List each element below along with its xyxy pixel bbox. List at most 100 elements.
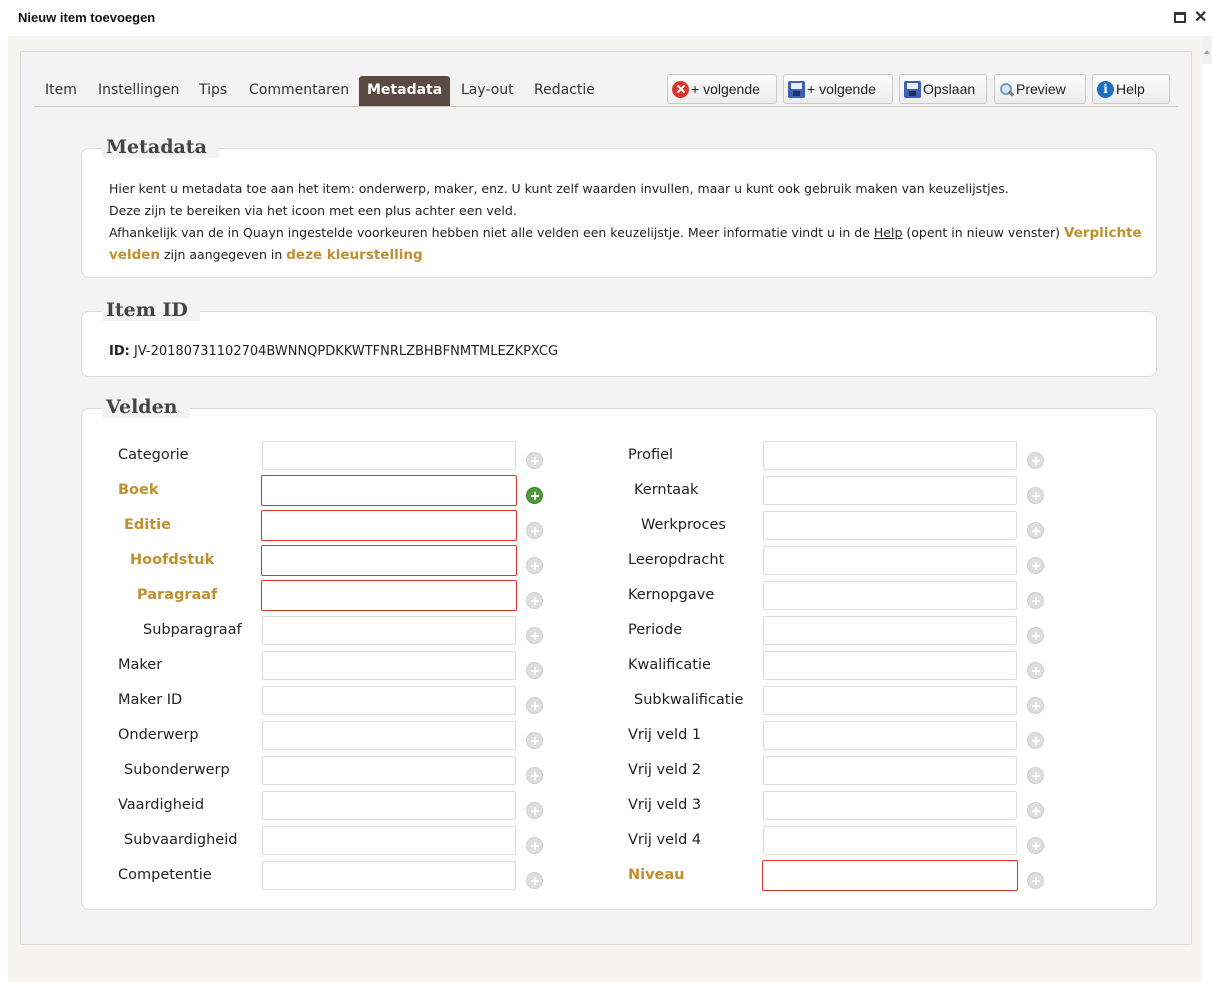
save-and-next-button[interactable]: + volgende: [783, 74, 893, 104]
scrollbar-thumb[interactable]: [1202, 64, 1212, 982]
add-plus-icon[interactable]: [526, 487, 543, 504]
preview-label: Preview: [1016, 81, 1066, 97]
field-input-vaardigheid[interactable]: [262, 791, 516, 820]
add-plus-icon[interactable]: [526, 522, 543, 539]
field-input-maker[interactable]: [262, 651, 516, 680]
item-id-legend: Item ID: [102, 299, 200, 321]
field-label-profiel: Profiel: [628, 447, 674, 463]
add-plus-icon[interactable]: [526, 592, 543, 609]
field-label-subvaardigheid: Subvaardigheid: [124, 832, 238, 848]
add-plus-icon[interactable]: [1027, 522, 1044, 539]
field-label-kwalificatie: Kwalificatie: [628, 657, 711, 673]
field-label-maker-id: Maker ID: [118, 692, 183, 708]
field-input-leeropdracht[interactable]: [763, 546, 1017, 575]
field-input-hoofdstuk[interactable]: [261, 545, 517, 576]
add-plus-icon[interactable]: [1027, 487, 1044, 504]
field-input-paragraaf[interactable]: [261, 580, 517, 611]
cancel-and-next-button[interactable]: + volgende: [667, 74, 777, 104]
add-plus-icon[interactable]: [1027, 452, 1044, 469]
field-label-werkproces: Werkproces: [641, 517, 726, 533]
intro-text-a: Afhankelijk van de in Quayn ingestelde v…: [109, 225, 874, 240]
field-input-vrij-veld-2[interactable]: [763, 756, 1017, 785]
vertical-scrollbar[interactable]: [1202, 36, 1212, 982]
field-input-competentie[interactable]: [262, 861, 516, 890]
field-label-vrij-veld-1: Vrij veld 1: [628, 727, 702, 743]
add-plus-icon[interactable]: [526, 627, 543, 644]
add-plus-icon[interactable]: [526, 802, 543, 819]
item-id-line: ID: JV-20180731102704BWNNQPDKKWTFNRLZBHB…: [109, 344, 558, 359]
save-icon: [788, 80, 805, 98]
field-input-niveau[interactable]: [762, 860, 1018, 891]
add-plus-icon[interactable]: [1027, 732, 1044, 749]
scroll-up-arrow-icon[interactable]: [1204, 50, 1210, 54]
tab-redactie[interactable]: Redactie: [526, 76, 603, 106]
tab-tips[interactable]: Tips: [191, 76, 235, 106]
fields-legend: Velden: [102, 396, 190, 418]
field-input-kwalificatie[interactable]: [763, 651, 1017, 680]
field-input-onderwerp[interactable]: [262, 721, 516, 750]
field-input-kerntaak[interactable]: [763, 476, 1017, 505]
metadata-legend: Metadata: [102, 136, 219, 158]
field-input-boek[interactable]: [261, 475, 517, 506]
field-input-vrij-veld-4[interactable]: [763, 826, 1017, 855]
field-input-vrij-veld-1[interactable]: [763, 721, 1017, 750]
field-input-editie[interactable]: [261, 510, 517, 541]
add-plus-icon[interactable]: [1027, 662, 1044, 679]
field-input-werkproces[interactable]: [763, 511, 1017, 540]
tab-commentaren[interactable]: Commentaren: [241, 76, 357, 106]
field-label-vrij-veld-4: Vrij veld 4: [628, 832, 702, 848]
close-icon[interactable]: ✕: [1194, 7, 1207, 27]
help-label: Help: [1116, 81, 1145, 97]
preview-button[interactable]: Preview: [994, 74, 1086, 104]
save-button[interactable]: Opslaan: [899, 74, 987, 104]
metadata-intro: Hier kent u metadata toe aan het item: o…: [109, 178, 1149, 266]
field-label-categorie: Categorie: [118, 447, 189, 463]
tab-item[interactable]: Item: [37, 76, 85, 106]
field-label-editie: Editie: [124, 517, 171, 533]
item-id-label: ID:: [109, 344, 130, 359]
maximize-icon[interactable]: [1174, 12, 1186, 23]
field-label-kerntaak: Kerntaak: [634, 482, 699, 498]
add-plus-icon[interactable]: [526, 662, 543, 679]
add-plus-icon[interactable]: [526, 557, 543, 574]
field-label-leeropdracht: Leeropdracht: [628, 552, 725, 568]
field-input-periode[interactable]: [763, 616, 1017, 645]
field-input-subonderwerp[interactable]: [262, 756, 516, 785]
add-plus-icon[interactable]: [1027, 592, 1044, 609]
field-label-vrij-veld-2: Vrij veld 2: [628, 762, 702, 778]
field-input-categorie[interactable]: [262, 441, 516, 470]
field-input-kernopgave[interactable]: [763, 581, 1017, 610]
add-plus-icon[interactable]: [1027, 837, 1044, 854]
add-plus-icon[interactable]: [1027, 802, 1044, 819]
add-plus-icon[interactable]: [526, 452, 543, 469]
cancel-icon: [672, 80, 689, 98]
field-input-subparagraaf[interactable]: [262, 616, 516, 645]
add-plus-icon[interactable]: [1027, 557, 1044, 574]
field-label-vrij-veld-3: Vrij veld 3: [628, 797, 702, 813]
help-button[interactable]: i Help: [1092, 74, 1170, 104]
help-icon: i: [1097, 80, 1114, 98]
field-input-subkwalificatie[interactable]: [763, 686, 1017, 715]
tab-metadata[interactable]: Metadata: [359, 76, 451, 106]
field-input-subvaardigheid[interactable]: [262, 826, 516, 855]
add-plus-icon[interactable]: [526, 837, 543, 854]
field-input-maker-id[interactable]: [262, 686, 516, 715]
field-label-boek: Boek: [118, 482, 159, 498]
field-label-onderwerp: Onderwerp: [118, 727, 199, 743]
add-plus-icon[interactable]: [1027, 767, 1044, 784]
tab-instellingen[interactable]: Instellingen: [90, 76, 187, 106]
field-input-vrij-veld-3[interactable]: [763, 791, 1017, 820]
add-plus-icon[interactable]: [526, 767, 543, 784]
add-plus-icon[interactable]: [526, 732, 543, 749]
help-link[interactable]: Help: [874, 225, 903, 240]
add-plus-icon[interactable]: [526, 872, 543, 889]
add-plus-icon[interactable]: [1027, 872, 1044, 889]
color-setting-text: deze kleurstelling: [286, 247, 423, 263]
add-plus-icon[interactable]: [526, 697, 543, 714]
add-plus-icon[interactable]: [1027, 697, 1044, 714]
field-label-paragraaf: Paragraaf: [137, 587, 218, 603]
tab-lay-out[interactable]: Lay-out: [453, 76, 522, 106]
field-label-kernopgave: Kernopgave: [628, 587, 715, 603]
add-plus-icon[interactable]: [1027, 627, 1044, 644]
field-input-profiel[interactable]: [763, 441, 1017, 470]
